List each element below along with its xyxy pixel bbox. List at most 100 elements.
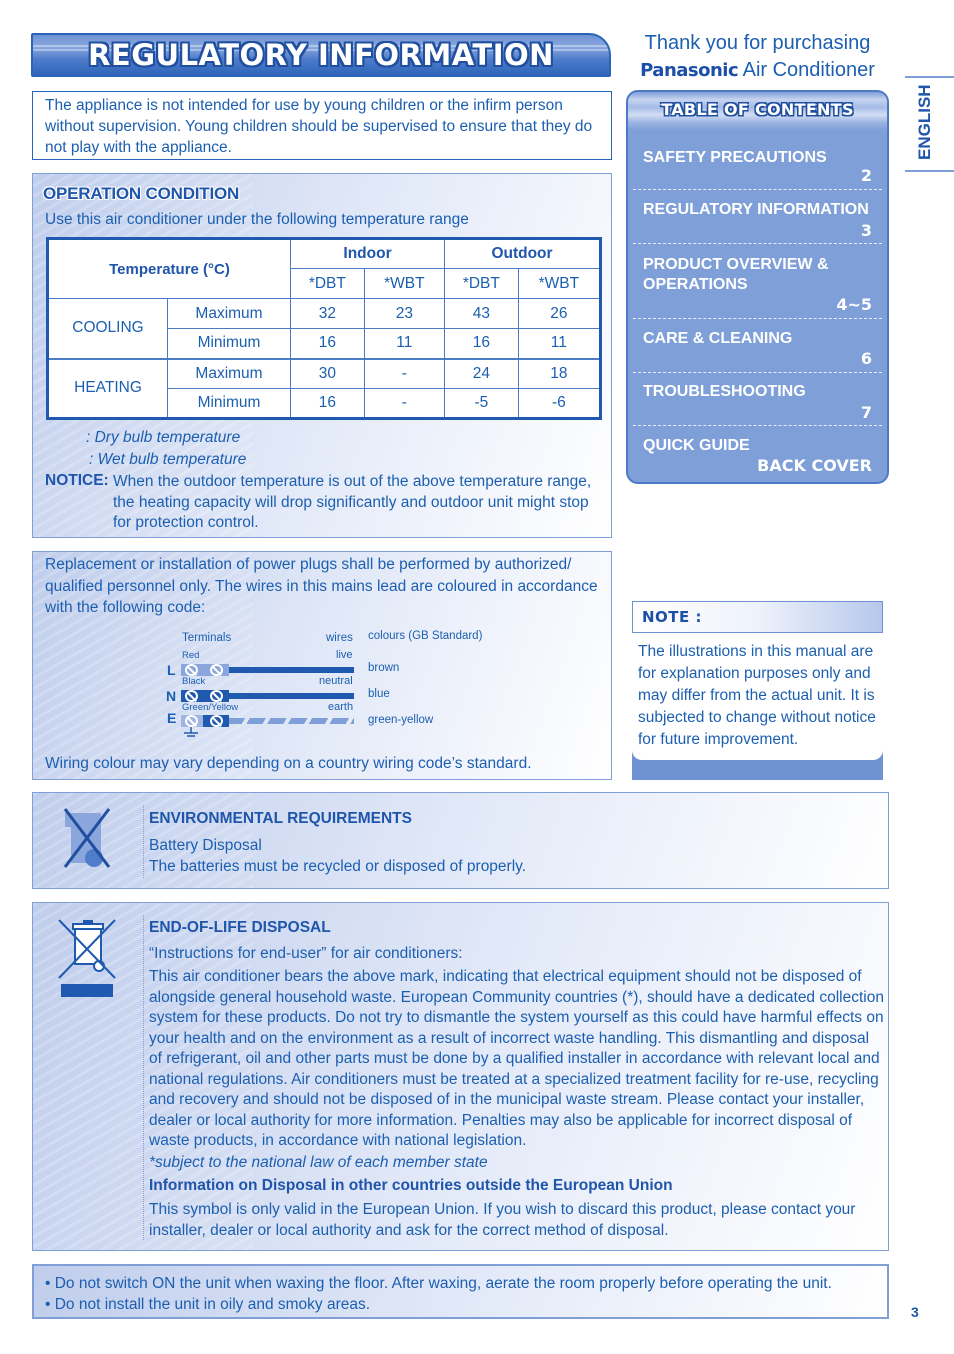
toc-item-page: 2 — [860, 166, 872, 185]
column-header: *DBT — [444, 268, 519, 299]
toc-item-label: CARE & CLEANING — [643, 330, 793, 347]
temperature-header: Temperature (°C) — [47, 238, 291, 299]
terminal-block-earth — [181, 715, 229, 727]
screw-icon — [210, 664, 223, 676]
wire-colour: green-yellow — [368, 714, 434, 726]
value-cell: 23 — [363, 298, 446, 329]
battery-disposal-title: Battery Disposal — [149, 837, 262, 854]
mode-cell: HEATING — [47, 358, 168, 419]
terminal-name: Red — [182, 650, 200, 661]
outside-eu-body: This symbol is only valid in the Europea… — [149, 1201, 856, 1239]
note-body: The illustrations in this manual are for… — [632, 633, 883, 760]
value-cell: 30 — [290, 358, 365, 389]
toc-item-safety-precautions[interactable]: SAFETY PRECAUTIONS 2 — [633, 148, 882, 190]
product-name: Air Conditioner — [742, 59, 875, 81]
table-of-contents: TABLE OF CONTENTS SAFETY PRECAUTIONS 2 R… — [626, 90, 889, 484]
tip-item: • Do not switch ON the unit when waxing … — [45, 1275, 832, 1292]
operation-condition-heading: OPERATION CONDITION — [43, 184, 240, 203]
value-cell: -6 — [517, 388, 602, 419]
terminal-letter: N — [166, 688, 177, 704]
screw-icon — [185, 715, 198, 727]
wires-label: wires — [326, 632, 353, 644]
wire-name: earth — [328, 701, 354, 713]
note-header: NOTE : — [632, 601, 883, 633]
toc-item-label: PRODUCT OVERVIEW & OPERATIONS — [643, 256, 829, 293]
toc-item-label: QUICK GUIDE — [643, 437, 750, 454]
ground-icon — [184, 727, 198, 737]
outdoor-header: Outdoor — [444, 238, 601, 269]
child-safety-warning: The appliance is not intended for use by… — [32, 91, 612, 160]
column-header: *WBT — [363, 268, 446, 299]
toc-item-regulatory-information[interactable]: REGULATORY INFORMATION 3 — [633, 200, 882, 244]
live-wire — [229, 667, 354, 673]
value-cell: 11 — [363, 328, 446, 359]
dbt-legend: : Dry bulb temperature — [86, 429, 241, 446]
level-cell: Minimum — [167, 388, 291, 419]
language-label: ENGLISH — [915, 84, 934, 160]
toc-item-troubleshooting[interactable]: TROUBLESHOOTING 7 — [633, 382, 882, 426]
toc-item-page: 7 — [860, 403, 872, 422]
table-header-row: Temperature (°C) Indoor Outdoor — [47, 238, 601, 299]
terminal-name: Black — [182, 676, 206, 687]
operation-condition-panel: OPERATION CONDITION Use this air conditi… — [32, 173, 612, 538]
toc-item-product-overview[interactable]: PRODUCT OVERVIEW & OPERATIONS 4~5 — [633, 255, 882, 319]
toc-item-care-cleaning[interactable]: CARE & CLEANING 6 — [633, 329, 882, 373]
end-of-life-footnote: *subject to the national law of each mem… — [149, 1154, 488, 1171]
value-cell: 32 — [290, 298, 365, 329]
wire-colour: blue — [368, 688, 390, 700]
wire-name: live — [336, 649, 353, 661]
end-of-life-body: This air conditioner bears the above mar… — [149, 968, 884, 1149]
table-row: HEATING Maximum 30 - 24 18 — [47, 358, 602, 419]
tip-item: • Do not install the unit in oily and sm… — [45, 1296, 371, 1313]
value-cell: -5 — [444, 388, 519, 419]
battery-disposal-icon — [63, 808, 111, 868]
wbt-legend: : Wet bulb temperature — [89, 451, 247, 468]
wire-colour: brown — [368, 662, 400, 674]
note-title: NOTE : — [642, 608, 703, 626]
page-number: 3 — [911, 1304, 919, 1320]
end-of-life-disposal-panel: END-OF-LIFE DISPOSAL “Instructions for e… — [32, 902, 889, 1251]
toc-item-page: 4~5 — [836, 295, 872, 314]
level-cell: Maximum — [167, 298, 291, 329]
value-cell: - — [363, 388, 446, 419]
toc-item-page: BACK COVER — [757, 456, 872, 475]
value-cell: 16 — [290, 328, 365, 359]
title-banner: REGULATORY INFORMATION — [31, 33, 611, 77]
toc-item-page: 6 — [860, 349, 872, 368]
toc-item-label: REGULATORY INFORMATION — [643, 201, 869, 218]
terminal-letter: L — [167, 662, 176, 678]
toc-item-label: SAFETY PRECAUTIONS — [643, 149, 827, 166]
operation-condition-subtitle: Use this air conditioner under the follo… — [45, 211, 469, 228]
terminal-letter: E — [167, 710, 177, 726]
page-title: REGULATORY INFORMATION — [88, 38, 554, 72]
divider — [143, 915, 144, 1240]
end-of-life-heading: END-OF-LIFE DISPOSAL — [149, 919, 331, 936]
value-cell: 24 — [444, 358, 519, 389]
thank-you-line: Thank you for purchasing — [644, 32, 871, 54]
terminal-block-neutral — [181, 690, 229, 702]
wiring-intro: Replacement or installation of power plu… — [45, 556, 598, 616]
screw-icon — [185, 690, 198, 702]
screw-icon — [210, 715, 223, 727]
language-tab: ENGLISH — [905, 76, 954, 172]
toc-item-label: TROUBLESHOOTING — [643, 383, 806, 400]
toc-item-quick-guide[interactable]: QUICK GUIDE BACK COVER — [633, 436, 882, 476]
battery-disposal-text: The batteries must be recycled or dispos… — [149, 858, 527, 875]
terminals-label: Terminals — [182, 632, 232, 644]
terminal-block-live — [181, 664, 229, 676]
toc-item-page: 3 — [860, 221, 872, 240]
wiring-footer: Wiring colour may vary depending on a co… — [45, 755, 532, 772]
toc-title: TABLE OF CONTENTS — [661, 100, 854, 119]
toc-header: TABLE OF CONTENTS — [628, 92, 887, 130]
thank-you-message: Thank you for purchasing Panasonic Air C… — [620, 30, 895, 84]
colours-label: colours (GB Standard) — [368, 630, 483, 642]
earth-wire — [229, 718, 354, 724]
value-cell: - — [363, 358, 446, 389]
end-of-life-intro: “Instructions for end-user” for air cond… — [149, 945, 463, 962]
value-cell: 16 — [290, 388, 365, 419]
level-cell: Minimum — [167, 328, 291, 359]
environmental-requirements-panel: ENVIRONMENTAL REQUIREMENTS Battery Dispo… — [32, 792, 889, 889]
divider — [143, 805, 144, 878]
wire-name: neutral — [319, 675, 353, 687]
environmental-heading: ENVIRONMENTAL REQUIREMENTS — [149, 810, 412, 827]
